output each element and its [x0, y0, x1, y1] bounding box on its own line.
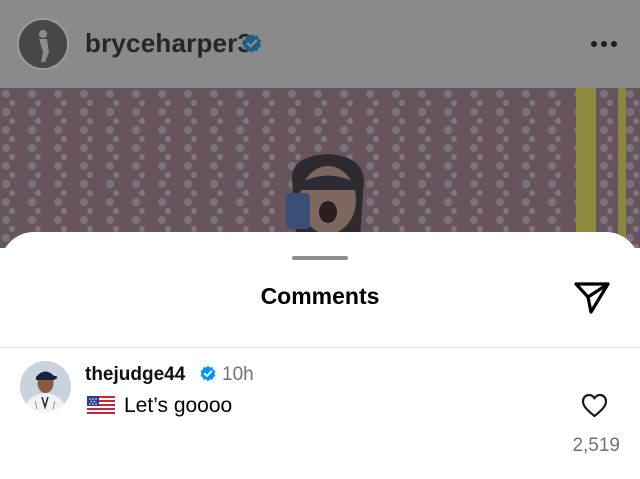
post-image[interactable]	[0, 88, 640, 248]
comments-sheet: Comments thejudge44 10h Let’s goooo 2,51…	[0, 232, 640, 479]
sheet-divider	[0, 347, 640, 348]
comment-author-avatar[interactable]	[20, 361, 71, 412]
post-author-username[interactable]: bryceharper3	[85, 28, 252, 59]
verified-badge-icon	[200, 365, 216, 382]
post-header: bryceharper3	[0, 0, 640, 88]
verified-badge-icon	[242, 33, 262, 53]
share-send-icon[interactable]	[572, 279, 612, 315]
comment-text: Let’s goooo	[124, 394, 233, 417]
comment-timestamp: 10h	[222, 364, 254, 385]
comment-like-count: 2,519	[572, 435, 620, 456]
more-options-icon[interactable]	[588, 34, 620, 54]
sheet-drag-handle[interactable]	[292, 256, 348, 260]
heart-outline-icon[interactable]	[581, 393, 608, 418]
us-flag-icon	[87, 396, 115, 414]
post-author-avatar[interactable]	[17, 18, 69, 70]
sheet-title: Comments	[260, 283, 380, 309]
comment-author-username[interactable]: thejudge44	[85, 364, 185, 386]
